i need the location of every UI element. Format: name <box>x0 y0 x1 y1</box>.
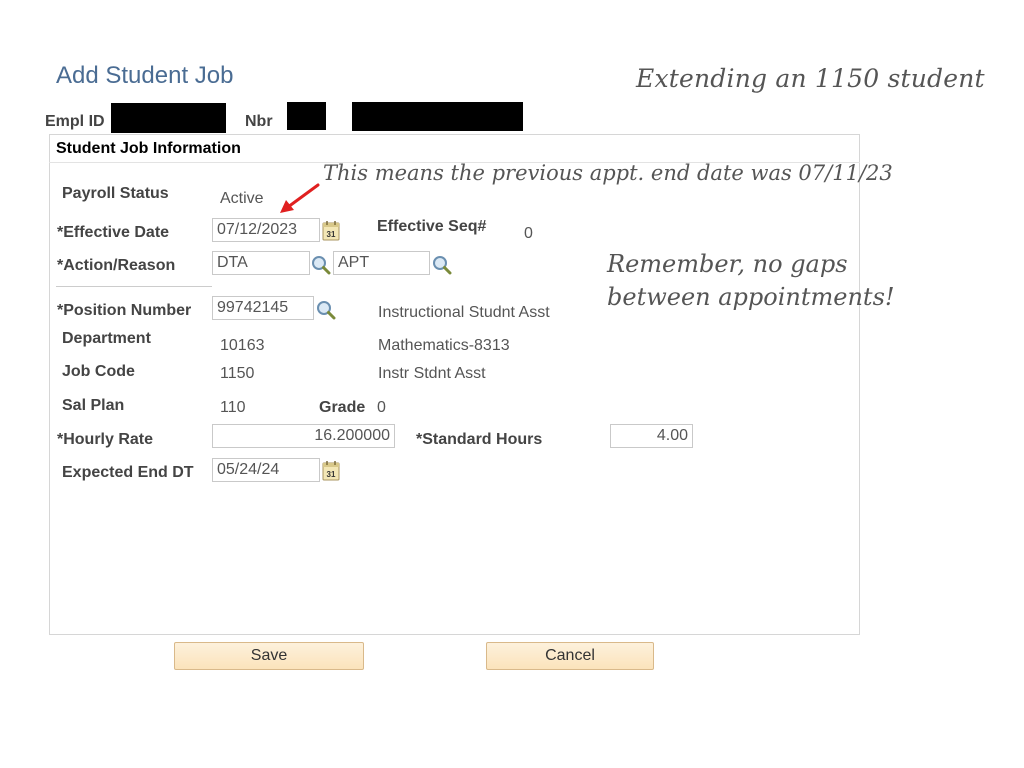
department-description: Mathematics-8313 <box>378 337 510 354</box>
expected-end-input[interactable]: 05/24/24 <box>212 458 320 482</box>
action-reason-label: *Action/Reason <box>57 257 176 274</box>
svg-text:31: 31 <box>327 230 336 239</box>
effective-date-label: *Effective Date <box>57 224 170 241</box>
student-job-panel <box>49 134 860 635</box>
save-button[interactable]: Save <box>174 642 364 670</box>
annotation-title: Extending an 1150 student <box>636 64 985 93</box>
department-value: 10163 <box>220 337 265 354</box>
action-input[interactable]: DTA <box>212 251 310 275</box>
job-code-label: Job Code <box>62 363 135 380</box>
annotation-reminder-line2: between appointments! <box>607 283 895 311</box>
sal-plan-label: Sal Plan <box>62 397 125 414</box>
grade-value: 0 <box>377 399 386 416</box>
grade-label: Grade <box>319 399 366 416</box>
nbr-label: Nbr <box>245 113 273 130</box>
job-code-description: Instr Stdnt Asst <box>378 365 486 382</box>
position-description: Instructional Studnt Asst <box>378 304 550 321</box>
expected-end-label: Expected End DT <box>62 464 194 481</box>
hourly-rate-input[interactable]: 16.200000 <box>212 424 395 448</box>
effective-date-input[interactable]: 07/12/2023 <box>212 218 320 242</box>
section-divider <box>56 286 212 287</box>
name-redacted <box>352 102 523 131</box>
standard-hours-label: *Standard Hours <box>416 431 543 448</box>
job-code-value: 1150 <box>220 365 255 382</box>
effective-seq-label: Effective Seq# <box>377 218 487 235</box>
department-label: Department <box>62 330 151 347</box>
position-lookup-icon[interactable] <box>316 300 336 320</box>
empl-id-label: Empl ID <box>45 113 105 130</box>
expected-end-calendar-icon[interactable]: 31 <box>322 460 340 481</box>
position-number-input[interactable]: 99742145 <box>212 296 314 320</box>
annotation-previous-end-date: This means the previous appt. end date w… <box>323 161 893 185</box>
reason-lookup-icon[interactable] <box>432 255 452 275</box>
action-lookup-icon[interactable] <box>311 255 331 275</box>
position-number-label: *Position Number <box>57 302 192 319</box>
hourly-rate-label: *Hourly Rate <box>57 431 154 448</box>
red-arrow-icon <box>280 183 320 213</box>
payroll-status-value: Active <box>220 190 264 207</box>
effective-seq-value: 0 <box>524 225 533 242</box>
reason-input[interactable]: APT <box>333 251 430 275</box>
annotation-reminder-line1: Remember, no gaps <box>607 250 848 278</box>
empl-id-redacted <box>111 103 226 133</box>
cancel-button[interactable]: Cancel <box>486 642 654 670</box>
svg-text:31: 31 <box>327 470 336 479</box>
page-title: Add Student Job <box>56 62 234 89</box>
nbr-redacted <box>287 102 326 130</box>
payroll-status-label: Payroll Status <box>62 185 169 202</box>
standard-hours-input[interactable]: 4.00 <box>610 424 693 448</box>
calendar-icon[interactable]: 31 <box>322 220 340 241</box>
sal-plan-value: 110 <box>220 399 246 416</box>
panel-title: Student Job Information <box>56 140 241 157</box>
